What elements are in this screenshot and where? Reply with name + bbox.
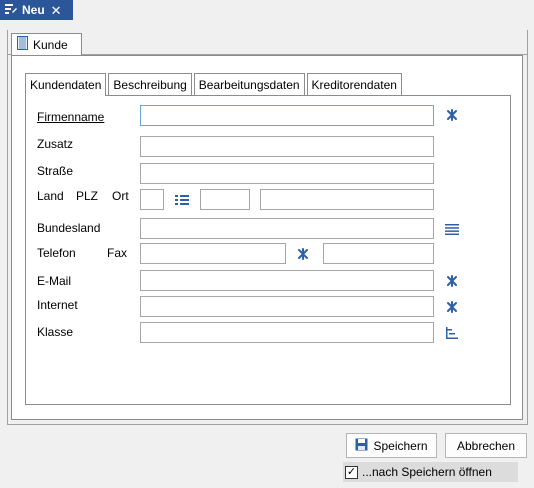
ort-input[interactable]: [260, 189, 434, 210]
floppy-icon: [355, 438, 368, 454]
open-after-save-label: ...nach Speichern öffnen: [362, 465, 492, 479]
tab-label: Bearbeitungsdaten: [198, 77, 300, 92]
tab-kunde[interactable]: Kunde: [11, 33, 82, 55]
snowflake-icon[interactable]: [444, 299, 460, 315]
cancel-button[interactable]: Abbrechen: [445, 433, 527, 458]
form-icon: [4, 3, 18, 18]
klasse-input[interactable]: [140, 322, 434, 343]
plz-label: PLZ: [76, 189, 99, 203]
telefon-label: Telefon: [37, 246, 76, 260]
tab-kunde-label: Kunde: [33, 37, 68, 52]
document-tab-neu[interactable]: Neu ✕: [0, 0, 73, 20]
telefon-input[interactable]: [140, 243, 286, 264]
tab-label: Kreditorendaten: [311, 77, 397, 92]
fax-input[interactable]: [323, 243, 434, 264]
fax-label: Fax: [107, 246, 128, 260]
tree-icon[interactable]: [444, 325, 460, 341]
bundesland-input[interactable]: [140, 218, 434, 239]
strasse-label: Straße: [37, 164, 74, 178]
tab-bearbeitungsdaten[interactable]: Bearbeitungsdaten: [193, 73, 305, 95]
inner-tabstrip: Kundendaten Beschreibung Bearbeitungsdat…: [25, 73, 404, 96]
internet-input[interactable]: [140, 296, 434, 317]
tab-beschreibung[interactable]: Beschreibung: [108, 73, 192, 95]
save-button-label: Speichern: [373, 438, 428, 453]
bundesland-label: Bundesland: [37, 221, 101, 235]
tab-label: Kundendaten: [30, 78, 102, 92]
open-after-save-option[interactable]: ✓ ...nach Speichern öffnen: [343, 462, 518, 482]
snowflake-icon[interactable]: [295, 246, 311, 262]
land-input[interactable]: [140, 189, 164, 210]
cancel-button-label: Abbrechen: [456, 438, 516, 453]
document-tab-title: Neu: [22, 3, 45, 17]
snowflake-icon[interactable]: [444, 107, 460, 123]
email-input[interactable]: [140, 270, 434, 291]
ort-label: Ort: [112, 189, 129, 203]
lines-icon[interactable]: [444, 221, 460, 237]
save-button[interactable]: Speichern: [346, 433, 437, 458]
tab-kreditorendaten[interactable]: Kreditorendaten: [306, 73, 402, 95]
zusatz-label: Zusatz: [37, 137, 74, 151]
list-icon[interactable]: [174, 192, 190, 208]
firmenname-label: Firmenname: [37, 110, 105, 124]
land-label: Land: [37, 189, 64, 203]
internet-label: Internet: [37, 298, 78, 312]
email-label: E-Mail: [37, 274, 72, 288]
klasse-label: Klasse: [37, 325, 74, 339]
close-icon[interactable]: ✕: [51, 4, 62, 17]
tab-label: Beschreibung: [113, 77, 187, 92]
document-icon: [17, 36, 28, 53]
firmenname-input[interactable]: [140, 105, 434, 126]
plz-input[interactable]: [200, 189, 250, 210]
zusatz-input[interactable]: [140, 136, 434, 157]
snowflake-icon[interactable]: [444, 273, 460, 289]
strasse-input[interactable]: [140, 163, 434, 184]
open-after-save-checkbox[interactable]: ✓: [345, 465, 358, 479]
tab-kundendaten[interactable]: Kundendaten: [25, 73, 107, 96]
